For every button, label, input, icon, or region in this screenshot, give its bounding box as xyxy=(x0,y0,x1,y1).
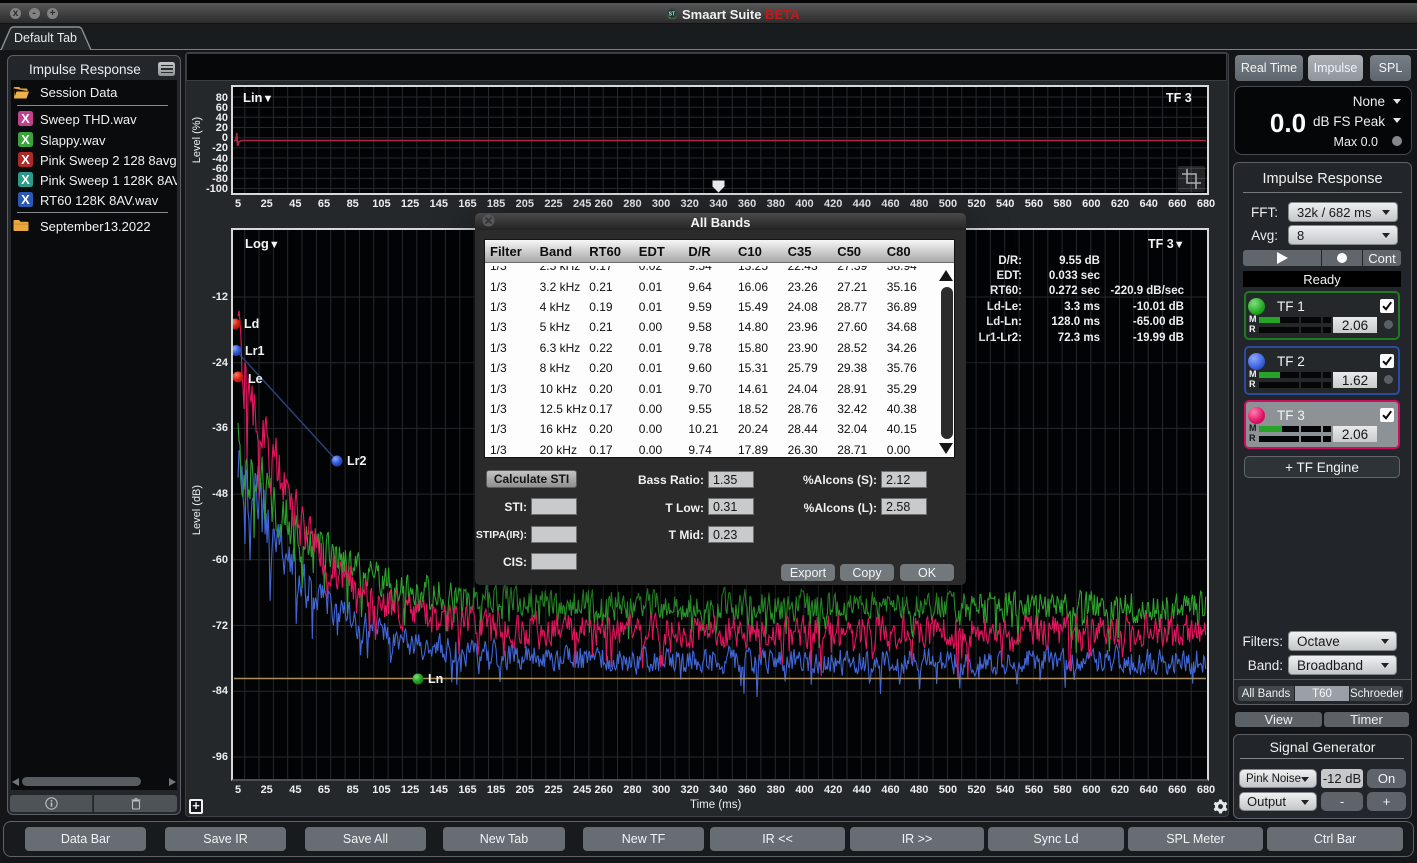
svg-text:ST: ST xyxy=(669,11,675,17)
